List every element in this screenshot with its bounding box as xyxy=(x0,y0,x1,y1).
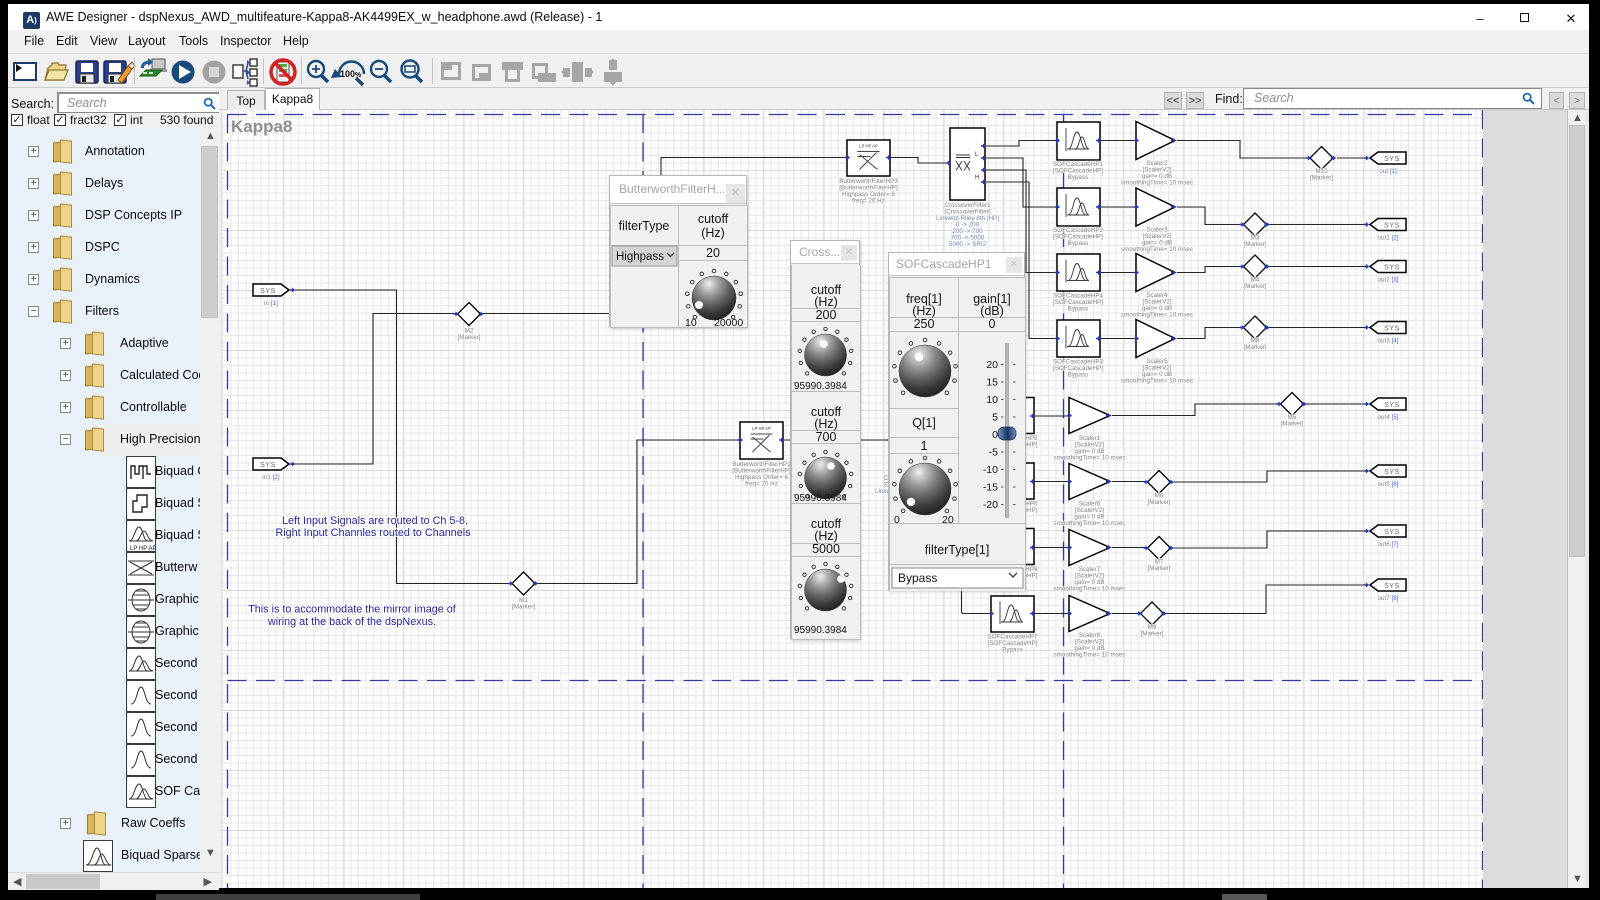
svg-text:[Marker]: [Marker] xyxy=(1147,499,1170,506)
svg-text:SYS: SYS xyxy=(1384,529,1400,536)
svg-text:Q[1]: Q[1] xyxy=(912,416,936,430)
svg-text:LP HP AP: LP HP AP xyxy=(130,546,155,551)
svg-text:smoothingTime= 10 msec: smoothingTime= 10 msec xyxy=(1121,246,1193,253)
svg-text:smoothingTime= 10 msec: smoothingTime= 10 msec xyxy=(1053,520,1125,527)
svg-text:out3 [4]: out3 [4] xyxy=(1377,338,1398,345)
svg-text:filterType[1]: filterType[1] xyxy=(925,543,990,557)
svg-text:-5: -5 xyxy=(989,447,998,459)
svg-text:5000: 5000 xyxy=(812,542,840,556)
svg-text:freq= 20 Hz: freq= 20 Hz xyxy=(745,481,778,488)
svg-text:H: H xyxy=(975,175,979,181)
svg-text:-10: -10 xyxy=(983,464,998,476)
svg-text:wiring at the back of the dspN: wiring at the back of the dspNexus. xyxy=(267,616,436,628)
svg-text:95990.3984: 95990.3984 xyxy=(794,625,847,636)
svg-text:[Marker]: [Marker] xyxy=(1243,241,1266,248)
svg-text:SYS: SYS xyxy=(1384,223,1400,230)
svg-text:10: 10 xyxy=(685,317,697,328)
svg-text:freq= 20 Hz: freq= 20 Hz xyxy=(852,198,885,205)
svg-text:1: 1 xyxy=(921,439,928,453)
svg-text:out [1]: out [1] xyxy=(1379,168,1397,175)
svg-text:filterType: filterType xyxy=(619,219,670,233)
svg-text:smoothingTime= 10 msec: smoothingTime= 10 msec xyxy=(1053,652,1125,659)
svg-text:-20: -20 xyxy=(983,499,998,511)
svg-text:[Marker]: [Marker] xyxy=(1140,631,1163,638)
svg-text:[Marker]: [Marker] xyxy=(1280,421,1303,428)
svg-text:Bypass: Bypass xyxy=(1068,306,1089,313)
svg-text:Bypass: Bypass xyxy=(1068,372,1089,379)
svg-text:SYS: SYS xyxy=(1384,402,1400,409)
svg-text:SYS: SYS xyxy=(1384,583,1400,590)
svg-text:5000 -> SR/2: 5000 -> SR/2 xyxy=(949,241,987,248)
svg-text:[Marker]: [Marker] xyxy=(1147,565,1170,572)
svg-text:[Marker]: [Marker] xyxy=(1243,283,1266,290)
svg-text:SYS: SYS xyxy=(260,288,276,295)
svg-text:SYS: SYS xyxy=(1384,469,1400,476)
svg-text:Left Input Signals are routed: Left Input Signals are routed to Ch 5-8. xyxy=(282,515,468,527)
svg-text:SYS: SYS xyxy=(1384,265,1400,272)
svg-text:20: 20 xyxy=(986,359,998,371)
svg-text:out7 [8]: out7 [8] xyxy=(1377,595,1398,602)
svg-text:out5 [6]: out5 [6] xyxy=(1377,481,1398,488)
svg-text:out1 [2]: out1 [2] xyxy=(1377,235,1398,242)
svg-text:SYS: SYS xyxy=(1384,156,1400,163)
svg-text:SYS: SYS xyxy=(260,462,276,469)
svg-text:250: 250 xyxy=(914,317,935,331)
svg-text:Right Input Channles routed to: Right Input Channles routed to Channels xyxy=(275,527,471,539)
svg-text:[Marker]: [Marker] xyxy=(1243,344,1266,351)
svg-text:95990.3984: 95990.3984 xyxy=(794,381,847,392)
svg-text:5: 5 xyxy=(992,412,998,424)
svg-text:smoothingTime= 10 msec: smoothingTime= 10 msec xyxy=(1121,312,1193,319)
svg-text:0: 0 xyxy=(989,317,996,331)
svg-text:(Hz): (Hz) xyxy=(814,295,838,309)
svg-text:[Marker]: [Marker] xyxy=(512,604,535,611)
svg-text:out2 [3]: out2 [3] xyxy=(1377,277,1398,284)
svg-text:smoothingTime= 10 msec: smoothingTime= 10 msec xyxy=(1121,180,1193,187)
svg-text:20000: 20000 xyxy=(714,317,743,328)
svg-text:700: 700 xyxy=(816,430,837,444)
svg-text:(Hz): (Hz) xyxy=(814,417,838,431)
svg-text:Bypass: Bypass xyxy=(1068,240,1089,247)
svg-text:SYS: SYS xyxy=(1384,326,1400,333)
svg-text:out4 [5]: out4 [5] xyxy=(1377,414,1398,421)
svg-text:Kappa8: Kappa8 xyxy=(231,117,292,136)
svg-text:in [1]: in [1] xyxy=(264,300,278,307)
svg-text:(Hz): (Hz) xyxy=(912,304,936,318)
svg-text:(Hz): (Hz) xyxy=(701,226,725,240)
svg-text:-15: -15 xyxy=(983,482,998,494)
svg-text:in1 [2]: in1 [2] xyxy=(262,474,279,481)
svg-text:Highpass: Highpass xyxy=(616,251,664,263)
svg-text:Bypass: Bypass xyxy=(898,571,937,585)
svg-text:(dB): (dB) xyxy=(980,304,1004,318)
svg-text:200: 200 xyxy=(816,308,837,322)
svg-text:[Marker]: [Marker] xyxy=(1310,175,1333,182)
svg-text:out6 [7]: out6 [7] xyxy=(1377,541,1398,548)
svg-text:15: 15 xyxy=(986,377,998,389)
svg-text:100%: 100% xyxy=(340,69,362,79)
svg-text:Bypass: Bypass xyxy=(1002,647,1023,654)
svg-text:smoothingTime= 10 msec: smoothingTime= 10 msec xyxy=(1053,586,1125,593)
svg-text:20: 20 xyxy=(942,514,954,526)
svg-text:20: 20 xyxy=(706,246,720,260)
svg-text:(Hz): (Hz) xyxy=(814,529,838,543)
svg-text:This is to accommodate the mir: This is to accommodate the mirror image … xyxy=(248,604,457,616)
svg-text:cutoff: cutoff xyxy=(698,212,729,226)
svg-text:95990.3984: 95990.3984 xyxy=(794,493,847,504)
svg-text:Bypass: Bypass xyxy=(1068,174,1089,181)
svg-text:smoothingTime= 10 msec: smoothingTime= 10 msec xyxy=(1053,455,1125,462)
svg-text:0: 0 xyxy=(894,514,900,526)
svg-text:10: 10 xyxy=(986,394,998,406)
svg-text:[Marker]: [Marker] xyxy=(457,334,480,341)
svg-text:smoothingTime= 10 msec: smoothingTime= 10 msec xyxy=(1121,378,1193,385)
svg-text:0: 0 xyxy=(992,429,998,441)
